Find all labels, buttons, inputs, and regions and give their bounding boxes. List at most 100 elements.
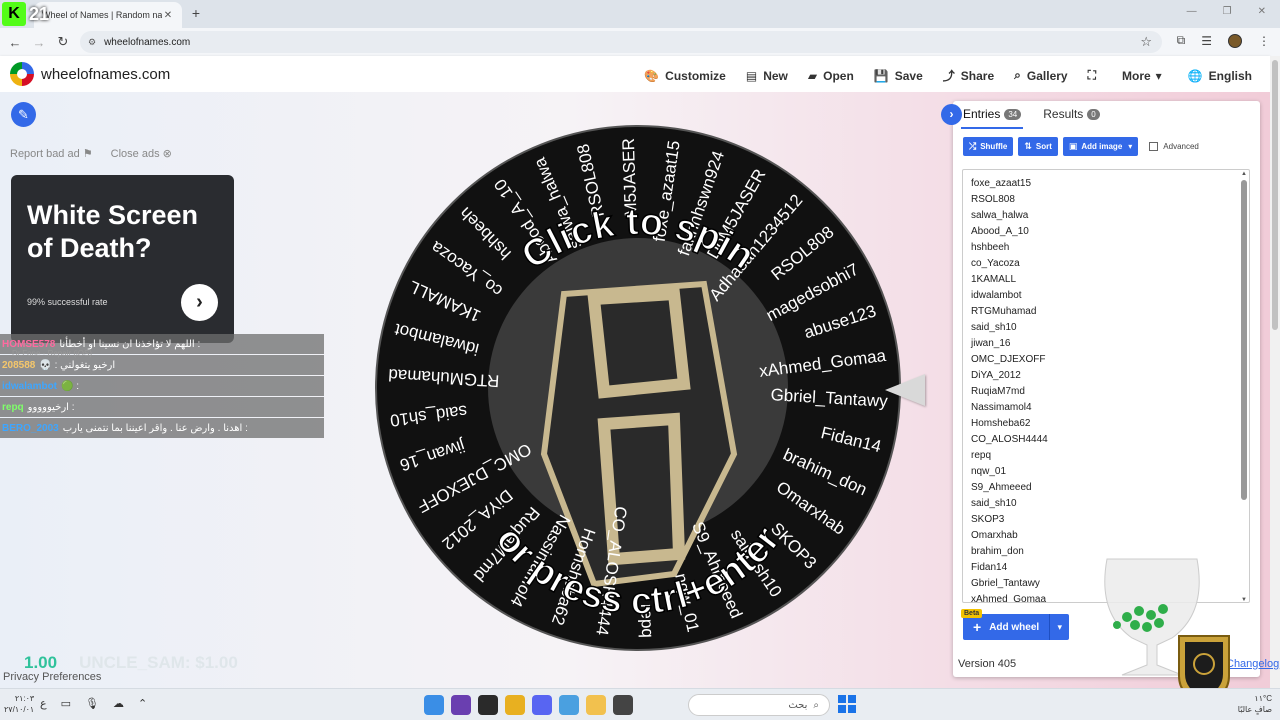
ad-arrow-button[interactable]: ›	[181, 284, 218, 321]
entry-line[interactable]: 1KAMALL	[971, 272, 1241, 288]
report-bad-ad-link[interactable]: Report bad ad ⚑	[10, 147, 93, 160]
windows-start-icon[interactable]	[838, 695, 856, 713]
shuffle-button[interactable]: ⤮ Shuffle	[963, 137, 1014, 156]
tab-results[interactable]: Results 0	[1043, 107, 1100, 121]
close-ads-link[interactable]: Close ads ⊗	[111, 147, 172, 160]
tab-title: Wheel of Names | Random nam	[42, 10, 162, 20]
reload-icon[interactable]: ↻	[51, 34, 75, 50]
weather-widget[interactable]: ١١°C صافٍ عالبًا	[1238, 693, 1272, 715]
menu-item-gallery[interactable]: ⌕ Gallery	[1014, 67, 1067, 84]
entry-line[interactable]: nqw_01	[971, 464, 1241, 480]
language-icon[interactable]: ع	[40, 697, 47, 710]
entry-line[interactable]: said_sh10	[971, 496, 1241, 512]
chrome-icon[interactable]	[505, 695, 525, 715]
privacy-preferences-link[interactable]: Privacy Preferences	[3, 671, 101, 683]
tab-entries[interactable]: Entries 34	[963, 107, 1022, 121]
entries-count-badge: 34	[1004, 108, 1022, 120]
edit-pencil-button[interactable]: ✎	[11, 102, 36, 127]
tray-chevron-icon[interactable]: ⌃	[138, 697, 147, 710]
collapse-panel-button[interactable]: ›	[941, 104, 962, 125]
battery-icon[interactable]: ▭	[61, 697, 71, 710]
wheel-svg[interactable]: foxe_azaat15fakhnhswn924DoM5JASERAdhasan…	[374, 124, 902, 652]
entry-line[interactable]: foxe_azaat15	[971, 176, 1241, 192]
restore-icon[interactable]: ❐	[1223, 6, 1232, 17]
entries-textarea[interactable]: foxe_azaat15 RSOL808 salwa_halwa Abood_A_10…	[962, 169, 1250, 603]
menu-item-share[interactable]: ⤴ Share	[943, 67, 994, 84]
extensions-icon[interactable]: ⧉	[1177, 33, 1186, 48]
entry-line[interactable]: CO_ALOSH4444	[971, 432, 1241, 448]
taskbar-clock[interactable]: ٢١:٠٣ ٢٧/١٠/٠١	[4, 693, 34, 715]
entry-line[interactable]: idwalambot	[971, 288, 1241, 304]
page-scrollbar[interactable]	[1270, 56, 1280, 688]
menu-label: New	[763, 68, 788, 83]
browser-tab[interactable]: Wheel of Names | Random nam ✕	[34, 2, 182, 28]
advanced-checkbox[interactable]: Advanced	[1149, 142, 1199, 151]
menu-item-customize[interactable]: 🎨 Customize	[644, 67, 726, 84]
entry-line[interactable]: RSOL808	[971, 192, 1241, 208]
entry-line[interactable]: DiYA_2012	[971, 368, 1241, 384]
entry-line[interactable]: Nassimamol4	[971, 400, 1241, 416]
donation-ghost: UNCLE_SAM: $1.00	[79, 653, 238, 672]
ad-links: Report bad ad ⚑ Close ads ⊗	[10, 147, 172, 160]
close-window-icon[interactable]: ✕	[1258, 6, 1266, 17]
app-icon[interactable]	[613, 695, 633, 715]
menu-item-fullscreen[interactable]: ⛶	[1088, 67, 1102, 84]
microphone-icon[interactable]: 🎙	[85, 697, 99, 710]
entry-line[interactable]: jiwan_16	[971, 336, 1241, 352]
entry-line[interactable]: Abood_A_10	[971, 224, 1241, 240]
reading-list-icon[interactable]: ☰	[1201, 34, 1212, 48]
site-info-icon[interactable]: ⚙	[88, 37, 96, 48]
entries-scrollbar[interactable]: ▲ ▼	[1241, 171, 1247, 602]
entry-line[interactable]: Omarxhab	[971, 528, 1241, 544]
folder-icon: ▰	[807, 68, 818, 83]
forward-icon[interactable]: →	[27, 35, 51, 50]
taskbar-search[interactable]: بحث ⌕	[688, 694, 830, 716]
app-icon[interactable]	[478, 695, 498, 715]
profile-avatar[interactable]	[1228, 33, 1242, 48]
menu-item-more[interactable]: More ▾	[1122, 67, 1168, 84]
entry-line[interactable]: Homsheba62	[971, 416, 1241, 432]
save-icon: 💾	[873, 68, 889, 83]
chat-message: repq ارخيووووو :	[0, 397, 324, 417]
entry-line[interactable]: salwa_halwa	[971, 208, 1241, 224]
close-circle-icon: ⊗	[162, 148, 172, 160]
wheel-logo-icon[interactable]	[10, 62, 34, 86]
back-icon[interactable]: ←	[3, 35, 27, 50]
add-image-button[interactable]: ▣ Add image ▾	[1062, 137, 1139, 156]
new-tab-button[interactable]: +	[188, 5, 204, 21]
app-icon[interactable]	[451, 695, 471, 715]
minimize-icon[interactable]: —	[1187, 6, 1197, 17]
entry-line[interactable]: RTGMuhamad	[971, 304, 1241, 320]
discord-icon[interactable]	[532, 695, 552, 715]
entry-line[interactable]: RuqiaM7md	[971, 384, 1241, 400]
palette-icon: 🎨	[644, 68, 660, 83]
folder-icon[interactable]	[586, 695, 606, 715]
entry-line[interactable]: OMC_DJEXOFF	[971, 352, 1241, 368]
menu-item-save[interactable]: 💾 Save	[874, 67, 923, 84]
bookmark-star-icon[interactable]: ☆	[1140, 34, 1152, 50]
menu-item-open[interactable]: ▰ Open	[808, 67, 854, 84]
url-input[interactable]: ⚙ wheelofnames.com ☆	[80, 31, 1162, 53]
entry-line[interactable]: co_Yacoza	[971, 256, 1241, 272]
menu-item-new[interactable]: ▤ New	[746, 67, 788, 84]
entry-line[interactable]: S9_Ahmeeed	[971, 480, 1241, 496]
chevron-down-icon: ▾	[1128, 142, 1133, 151]
tab-close-icon[interactable]: ✕	[162, 10, 174, 21]
entry-line[interactable]: SKOP3	[971, 512, 1241, 528]
menu-item-english[interactable]: 🌐 English	[1188, 67, 1252, 84]
cloud-icon[interactable]: ☁	[113, 697, 124, 710]
app-icon[interactable]	[424, 695, 444, 715]
browser-menu-icon[interactable]: ⋮	[1258, 34, 1270, 48]
entry-line[interactable]: hshbeeh	[971, 240, 1241, 256]
changelog-link[interactable]: Changelog	[1226, 658, 1279, 670]
ad-subtitle: 99% successful rate	[27, 297, 108, 307]
site-brand[interactable]: wheelofnames.com	[41, 66, 170, 83]
add-wheel-dropdown[interactable]: ▾	[1049, 614, 1070, 640]
entry-line[interactable]: repq	[971, 448, 1241, 464]
entry-line[interactable]: said_sh10	[971, 320, 1241, 336]
ad-card[interactable]: White Screen of Death? 99% successful ra…	[11, 175, 234, 343]
spin-wheel[interactable]: foxe_azaat15 fakhnhswn924 DoM5JASER Adhasan…	[374, 124, 902, 652]
app-icon[interactable]	[559, 695, 579, 715]
chat-message: BERO_2003 اهدنا . وارض عنا . واقر اعيننا …	[0, 418, 324, 438]
sort-button[interactable]: ⇅ Sort	[1018, 137, 1058, 156]
